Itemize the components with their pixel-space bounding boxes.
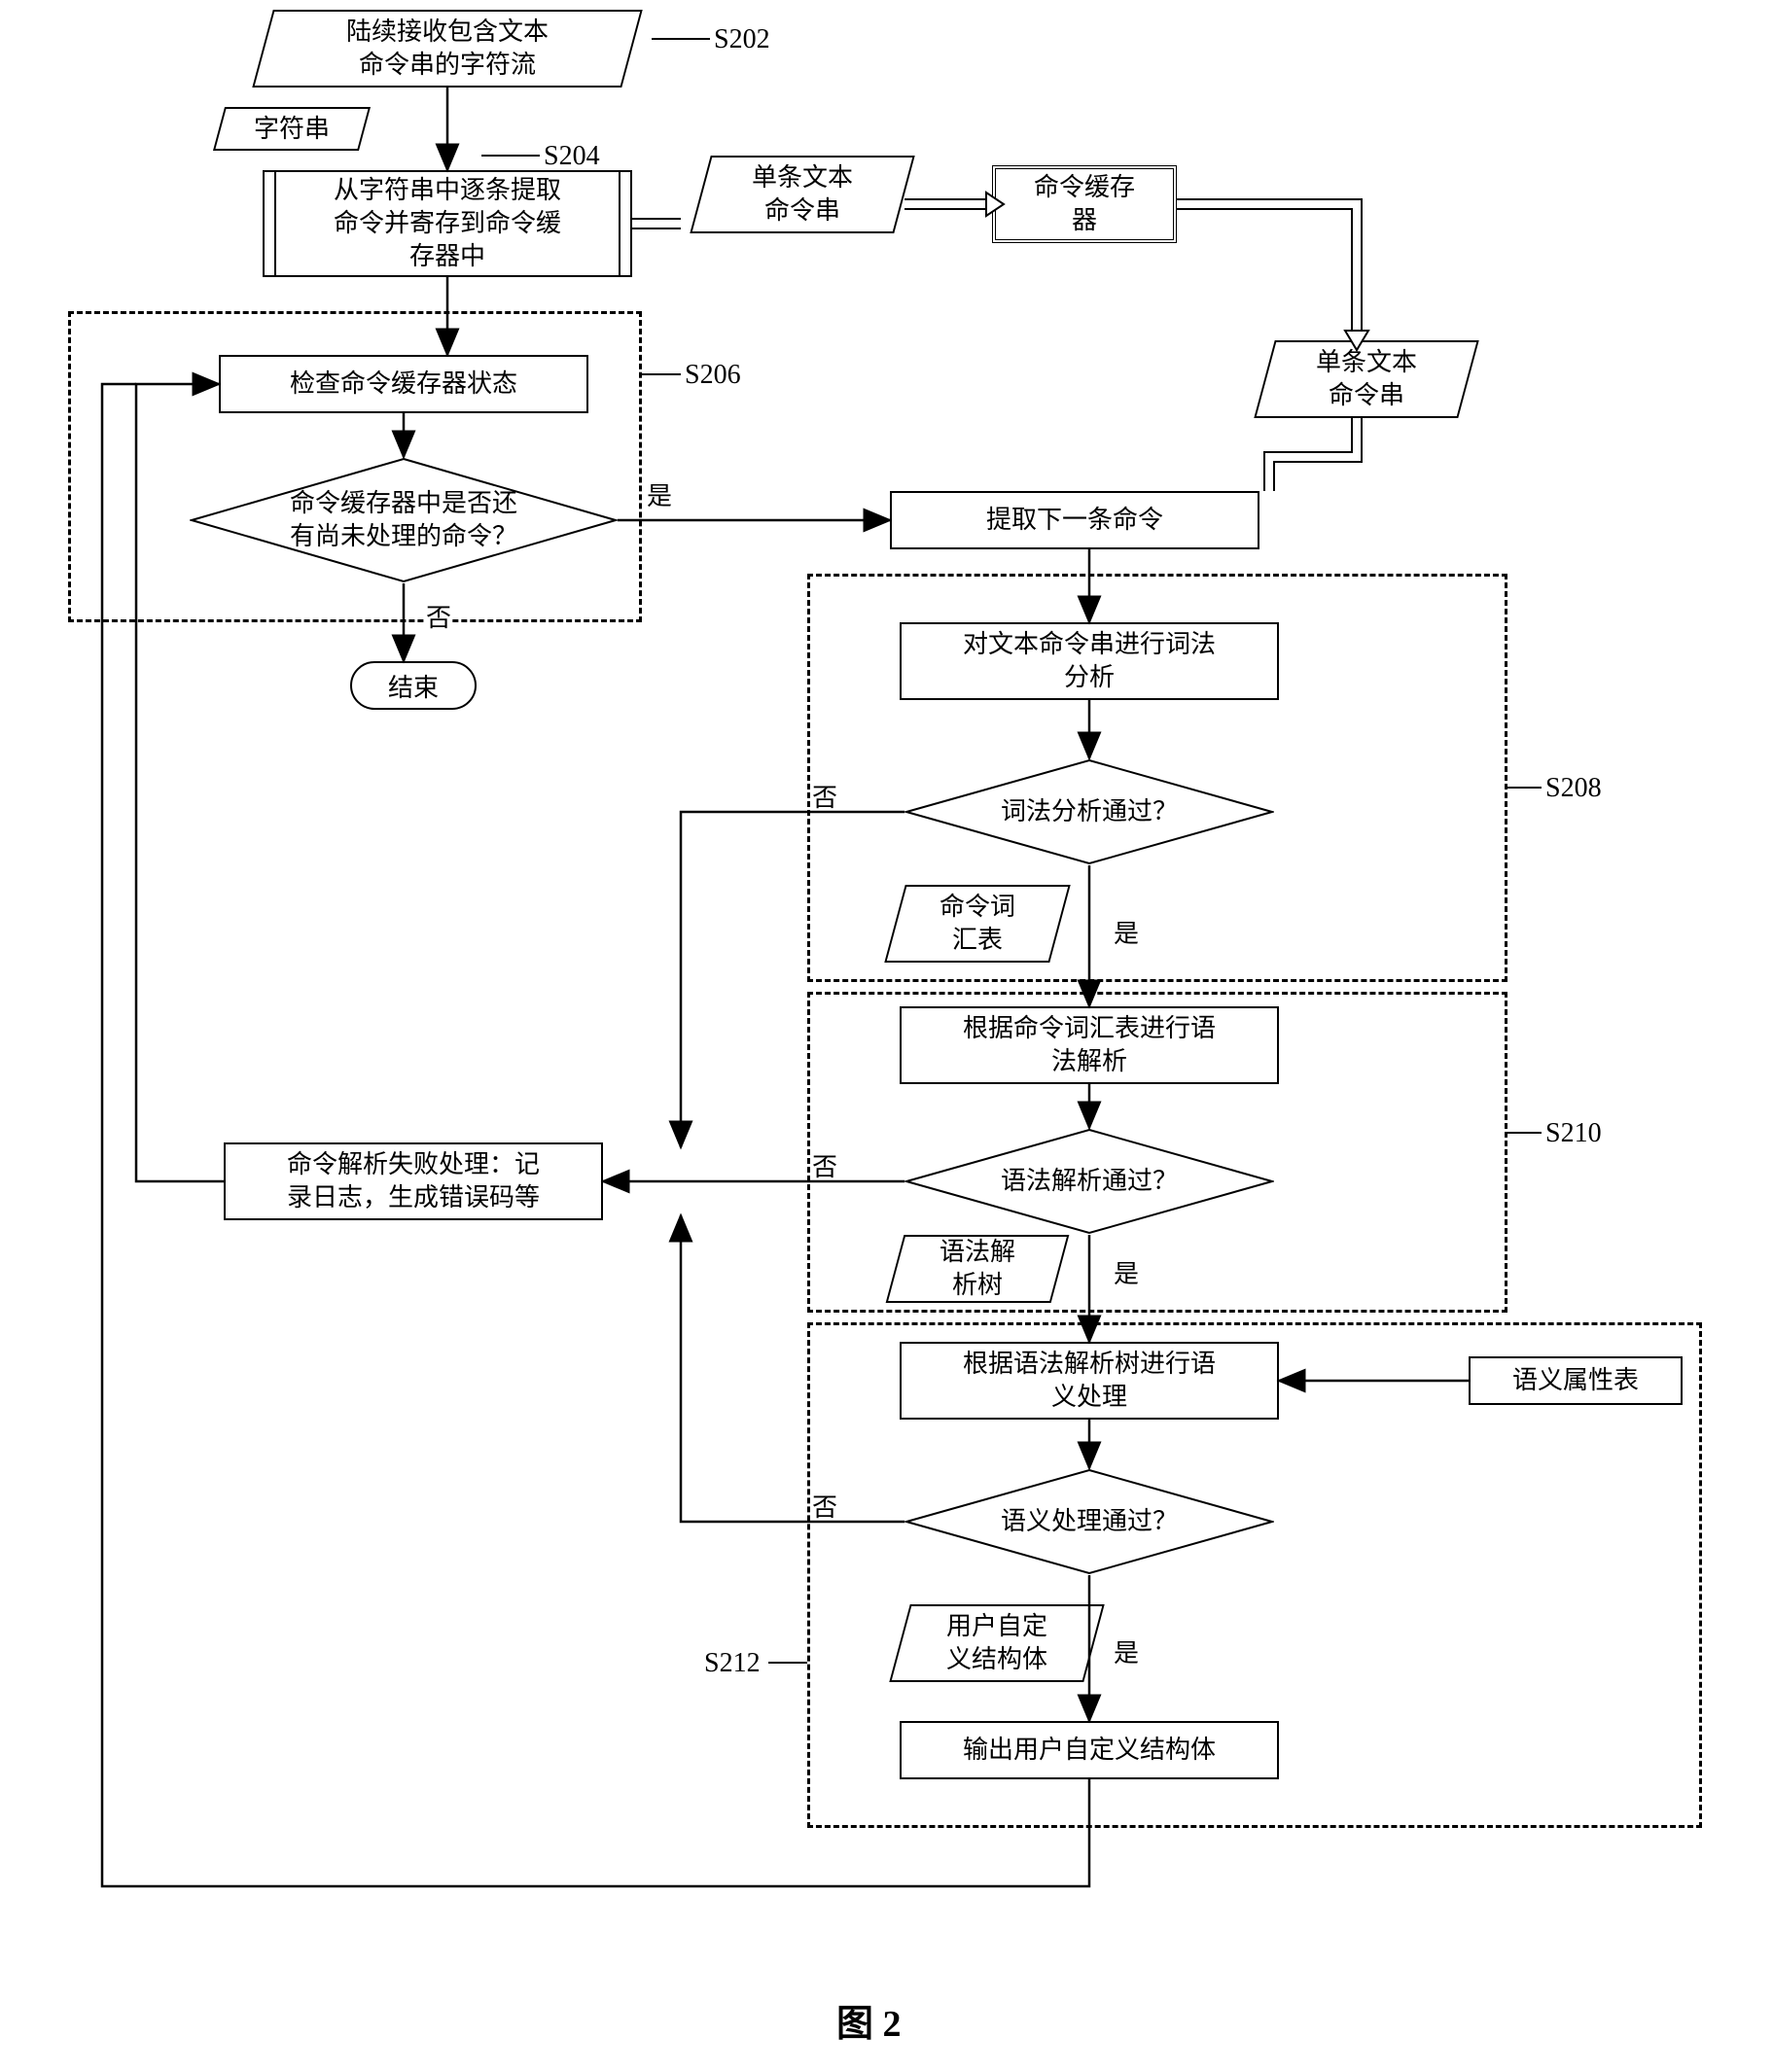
- node-fail-handler: 命令解析失败处理：记 录日志，生成错误码等: [224, 1142, 603, 1220]
- node-receive-stream-text: 陆续接收包含文本 命令串的字符流: [335, 10, 560, 88]
- label-q2-yes: 是: [1114, 914, 1139, 950]
- data-vocab: 命令词 汇表: [895, 885, 1060, 963]
- node-check-buffer: 检查命令缓存器状态: [219, 355, 588, 413]
- node-extract-commands: 从字符串中逐条提取 命令并寄存到命令缓 存器中: [263, 170, 632, 277]
- data-parse-tree: 语法解 析树: [895, 1235, 1060, 1303]
- decision-semantic-pass: 语义处理通过？: [904, 1468, 1274, 1575]
- data-single-command-below: 单条文本 命令串: [1264, 340, 1469, 418]
- node-syntax-parse-text: 根据命令词汇表进行语 法解析: [963, 1012, 1216, 1078]
- data-single-command-below-text: 单条文本 命令串: [1304, 340, 1429, 418]
- node-lexical-analysis-text: 对文本命令串进行词法 分析: [963, 628, 1216, 694]
- node-output-struct: 输出用户自定义结构体: [900, 1721, 1279, 1779]
- node-fetch-next-text: 提取下一条命令: [986, 504, 1163, 537]
- decision-lexical-pass-text: 词法分析通过？: [962, 795, 1217, 828]
- node-lexical-analysis: 对文本命令串进行词法 分析: [900, 622, 1279, 700]
- node-command-buffer-text: 命令缓存 器: [1034, 171, 1135, 237]
- data-parse-tree-text: 语法解 析树: [928, 1230, 1027, 1308]
- label-q1-no: 否: [426, 598, 451, 634]
- node-semantic-process-text: 根据语法解析树进行语 义处理: [963, 1348, 1216, 1414]
- node-semantic-attr-text: 语义属性表: [1512, 1364, 1639, 1397]
- step-label-s208: S208: [1542, 773, 1606, 804]
- figure-caption: 图 2: [836, 1993, 902, 2047]
- decision-lexical-pass: 词法分析通过？: [904, 758, 1274, 865]
- node-semantic-process: 根据语法解析树进行语 义处理: [900, 1342, 1279, 1420]
- step-label-s210: S210: [1542, 1118, 1606, 1149]
- node-semantic-attr: 语义属性表: [1469, 1356, 1683, 1405]
- node-receive-stream: 陆续接收包含文本 命令串的字符流: [263, 10, 632, 88]
- data-string: 字符串: [219, 107, 365, 151]
- data-string-text: 字符串: [242, 107, 341, 152]
- decision-has-pending-text: 命令缓存器中是否还 有尚未处理的命令？: [251, 487, 556, 553]
- data-single-command-top-text: 单条文本 命令串: [740, 156, 865, 233]
- node-output-struct-text: 输出用户自定义结构体: [963, 1734, 1216, 1767]
- label-q4-no: 否: [812, 1488, 837, 1524]
- node-fail-handler-text: 命令解析失败处理：记 录日志，生成错误码等: [287, 1148, 540, 1214]
- node-check-buffer-text: 检查命令缓存器状态: [290, 368, 517, 401]
- step-label-s206: S206: [681, 360, 745, 391]
- step-label-s212: S212: [700, 1648, 764, 1679]
- decision-syntax-pass-text: 语法解析通过？: [962, 1165, 1217, 1198]
- decision-has-pending: 命令缓存器中是否还 有尚未处理的命令？: [190, 457, 618, 583]
- label-q3-yes: 是: [1114, 1254, 1139, 1290]
- node-extract-commands-text: 从字符串中逐条提取 命令并寄存到命令缓 存器中: [334, 174, 561, 272]
- step-label-s202: S202: [710, 24, 774, 55]
- node-fetch-next: 提取下一条命令: [890, 491, 1259, 549]
- label-q3-no: 否: [812, 1147, 837, 1183]
- data-user-struct: 用户自定 义结构体: [900, 1604, 1094, 1682]
- data-user-struct-text: 用户自定 义结构体: [935, 1604, 1059, 1682]
- decision-semantic-pass-text: 语义处理通过？: [962, 1505, 1217, 1538]
- step-label-s204: S204: [540, 141, 604, 172]
- label-q1-yes: 是: [647, 476, 672, 512]
- label-q4-yes: 是: [1114, 1633, 1139, 1669]
- node-command-buffer: 命令缓存 器: [992, 165, 1177, 243]
- data-single-command-top: 单条文本 命令串: [700, 156, 904, 233]
- data-vocab-text: 命令词 汇表: [928, 885, 1027, 963]
- node-end-text: 结束: [388, 668, 439, 704]
- decision-syntax-pass: 语法解析通过？: [904, 1128, 1274, 1235]
- node-syntax-parse: 根据命令词汇表进行语 法解析: [900, 1006, 1279, 1084]
- label-q2-no: 否: [812, 778, 837, 814]
- node-end: 结束: [350, 661, 477, 710]
